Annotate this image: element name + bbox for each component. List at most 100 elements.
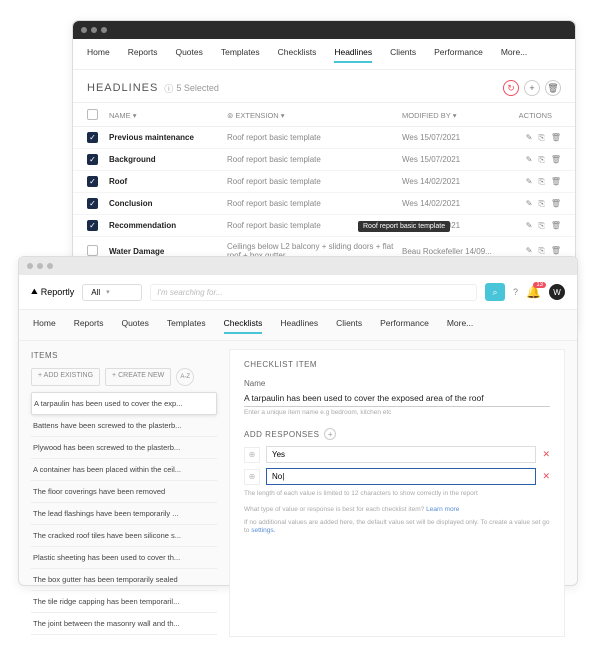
table-row[interactable]: ✓ Previous maintenance Roof report basic… bbox=[73, 127, 575, 149]
tab-performance[interactable]: Performance bbox=[434, 47, 483, 63]
window-dot[interactable] bbox=[37, 263, 43, 269]
name-input[interactable]: A tarpaulin has been used to cover the e… bbox=[244, 390, 550, 407]
tab-quotes[interactable]: Quotes bbox=[175, 47, 202, 63]
window-dot[interactable] bbox=[101, 27, 107, 33]
list-item[interactable]: The floor coverings have been removed bbox=[31, 481, 217, 503]
help-icon[interactable]: ? bbox=[513, 287, 518, 297]
tab-headlines[interactable]: Headlines bbox=[280, 318, 318, 334]
row-checkbox[interactable]: ✓ bbox=[87, 198, 98, 209]
copy-icon[interactable]: ⎘ bbox=[538, 221, 544, 231]
search-input[interactable]: I'm searching for... bbox=[150, 284, 477, 301]
tab-home[interactable]: Home bbox=[87, 47, 110, 63]
response-input[interactable]: Yes bbox=[266, 446, 536, 463]
row-name: Previous maintenance bbox=[109, 133, 194, 142]
row-modified: Wes 15/07/2021 bbox=[402, 155, 492, 164]
table-row[interactable]: ✓ Roof Roof report basic template Wes 14… bbox=[73, 171, 575, 193]
tab-more[interactable]: More... bbox=[501, 47, 527, 63]
delete-button[interactable]: 🗑 bbox=[545, 80, 561, 96]
drag-handle-icon[interactable]: ⊕ bbox=[244, 469, 260, 485]
tooltip: Roof report basic template bbox=[358, 221, 450, 232]
copy-icon[interactable]: ⎘ bbox=[538, 177, 544, 187]
remove-response-button[interactable]: ✕ bbox=[542, 449, 550, 460]
tab-checklists[interactable]: Checklists bbox=[224, 318, 263, 334]
brand-logo[interactable]: ⛰Reportly bbox=[31, 287, 74, 297]
list-item[interactable]: Battens have been screwed to the plaster… bbox=[31, 415, 217, 437]
list-item[interactable]: The lead flashings have been temporarily… bbox=[31, 503, 217, 525]
col-name[interactable]: NAME ▾ bbox=[109, 111, 227, 120]
row-extension: Roof report basic template bbox=[227, 155, 402, 164]
refresh-button[interactable]: ↻ bbox=[503, 80, 519, 96]
col-modified[interactable]: MODIFIED BY ▾ bbox=[402, 111, 492, 120]
row-checkbox[interactable]: ✓ bbox=[87, 132, 98, 143]
settings-note: If no additional values are added here, … bbox=[244, 519, 550, 536]
edit-icon[interactable]: ✎ bbox=[526, 155, 533, 165]
tab-templates[interactable]: Templates bbox=[167, 318, 206, 334]
row-checkbox[interactable]: ✓ bbox=[87, 220, 98, 231]
tab-clients[interactable]: Clients bbox=[336, 318, 362, 334]
delete-icon[interactable]: 🗑 bbox=[551, 199, 561, 209]
col-extension[interactable]: ⊚ EXTENSION ▾ bbox=[227, 111, 402, 120]
select-all-checkbox[interactable] bbox=[87, 109, 98, 120]
copy-icon[interactable]: ⎘ bbox=[538, 133, 544, 143]
list-item[interactable]: A container has been placed within the c… bbox=[31, 459, 217, 481]
table-row[interactable]: ✓ Recommendation Roof report basic templ… bbox=[73, 215, 575, 237]
delete-icon[interactable]: 🗑 bbox=[551, 221, 561, 231]
delete-icon[interactable]: 🗑 bbox=[551, 155, 561, 165]
table-row[interactable]: ✓ Conclusion Roof report basic template … bbox=[73, 193, 575, 215]
edit-icon[interactable]: ✎ bbox=[526, 246, 533, 256]
tab-quotes[interactable]: Quotes bbox=[121, 318, 148, 334]
list-item[interactable]: Plywood has been screwed to the plasterb… bbox=[31, 437, 217, 459]
response-limit-note: The length of each value is limited to 1… bbox=[244, 490, 550, 498]
list-item[interactable]: The box gutter has been temporarily seal… bbox=[31, 569, 217, 591]
tab-templates[interactable]: Templates bbox=[221, 47, 260, 63]
list-item[interactable]: The tile ridge capping has been temporar… bbox=[31, 591, 217, 613]
window-dot[interactable] bbox=[47, 263, 53, 269]
search-button[interactable]: ⌕ bbox=[485, 283, 505, 301]
copy-icon[interactable]: ⎘ bbox=[538, 155, 544, 165]
copy-icon[interactable]: ⎘ bbox=[538, 199, 544, 209]
list-item[interactable]: A tarpaulin has been used to cover the e… bbox=[31, 392, 217, 415]
tab-more[interactable]: More... bbox=[447, 318, 473, 334]
copy-icon[interactable]: ⎘ bbox=[538, 246, 544, 256]
tab-reports[interactable]: Reports bbox=[128, 47, 158, 63]
list-item[interactable]: The cracked roof tiles have been silicon… bbox=[31, 525, 217, 547]
add-button[interactable]: + bbox=[524, 80, 540, 96]
notifications-button[interactable]: 🔔13 bbox=[526, 285, 541, 299]
drag-handle-icon[interactable]: ⊕ bbox=[244, 447, 260, 463]
search-icon: ⌕ bbox=[493, 287, 498, 298]
tab-home[interactable]: Home bbox=[33, 318, 56, 334]
tab-checklists[interactable]: Checklists bbox=[278, 47, 317, 63]
remove-response-button[interactable]: ✕ bbox=[542, 471, 550, 482]
list-item[interactable]: Plastic sheeting has been used to cover … bbox=[31, 547, 217, 569]
response-input[interactable]: No| bbox=[266, 468, 536, 485]
tab-reports[interactable]: Reports bbox=[74, 318, 104, 334]
delete-icon[interactable]: 🗑 bbox=[551, 246, 561, 256]
window-dot[interactable] bbox=[27, 263, 33, 269]
table-row[interactable]: ✓ Background Roof report basic template … bbox=[73, 149, 575, 171]
edit-icon[interactable]: ✎ bbox=[526, 133, 533, 143]
settings-link[interactable]: settings. bbox=[251, 527, 275, 534]
row-name: Recommendation bbox=[109, 221, 176, 230]
edit-icon[interactable]: ✎ bbox=[526, 221, 533, 231]
tab-performance[interactable]: Performance bbox=[380, 318, 429, 334]
sort-az-button[interactable]: A-Z bbox=[176, 368, 194, 386]
window-dot[interactable] bbox=[81, 27, 87, 33]
add-existing-button[interactable]: + ADD EXISTING bbox=[31, 368, 100, 386]
row-checkbox[interactable]: ✓ bbox=[87, 154, 98, 165]
learn-more-link[interactable]: Learn more bbox=[426, 506, 459, 513]
create-new-button[interactable]: + CREATE NEW bbox=[105, 368, 171, 386]
window-dot[interactable] bbox=[91, 27, 97, 33]
row-checkbox[interactable]: ✓ bbox=[87, 176, 98, 187]
edit-icon[interactable]: ✎ bbox=[526, 177, 533, 187]
page-title: HEADLINES bbox=[87, 82, 158, 94]
avatar[interactable]: W bbox=[549, 284, 565, 300]
add-response-button[interactable]: + bbox=[324, 428, 336, 440]
tab-clients[interactable]: Clients bbox=[390, 47, 416, 63]
edit-icon[interactable]: ✎ bbox=[526, 199, 533, 209]
list-item[interactable]: The joint between the masonry wall and t… bbox=[31, 613, 217, 635]
tab-headlines[interactable]: Headlines bbox=[334, 47, 372, 63]
delete-icon[interactable]: 🗑 bbox=[551, 177, 561, 187]
delete-icon[interactable]: 🗑 bbox=[551, 133, 561, 143]
filter-dropdown[interactable]: All▾ bbox=[82, 284, 142, 301]
row-checkbox[interactable] bbox=[87, 245, 98, 256]
